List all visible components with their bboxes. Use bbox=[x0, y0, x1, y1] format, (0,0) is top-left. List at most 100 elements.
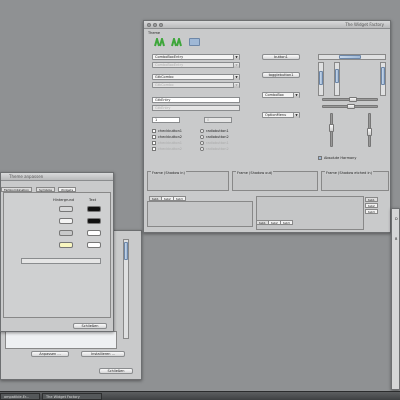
spin-button[interactable]: 1 bbox=[152, 117, 180, 123]
button1[interactable]: button1 bbox=[262, 54, 300, 60]
customize-button[interactable]: Anpassen ... bbox=[31, 351, 69, 357]
radiobutton-2-label: radiobutton2 bbox=[206, 135, 229, 139]
scrollbar-thumb[interactable] bbox=[381, 67, 385, 85]
gtk-combo-disabled-text: GtkCombo bbox=[155, 83, 174, 87]
scrollbar-thumb[interactable] bbox=[339, 55, 361, 59]
checkbox-icon[interactable] bbox=[152, 135, 156, 139]
radiobutton-1[interactable]: radiobutton1 bbox=[200, 129, 229, 133]
checkbutton-1-disabled-label: checkbutton1 bbox=[158, 141, 183, 145]
horizontal-scrollbar-1[interactable] bbox=[318, 54, 386, 60]
checkbutton-1[interactable]: checkbutton1 bbox=[152, 129, 182, 133]
toolbar-pressed-icon[interactable] bbox=[189, 38, 200, 46]
gtk-entry-disabled: GtkEntry bbox=[152, 105, 240, 111]
theme-dialog-titlebar[interactable]: Theme anpassen bbox=[1, 173, 113, 181]
minimize-window-button[interactable] bbox=[153, 23, 157, 27]
taskbar-item-1[interactable]: ompatible.Er... bbox=[0, 393, 40, 400]
maximize-window-button[interactable] bbox=[159, 23, 163, 27]
notebook-c-tab2-label: tab2 bbox=[368, 204, 375, 208]
toolbar-green-icon-2[interactable] bbox=[171, 38, 183, 47]
chevron-down-icon[interactable]: ▼ bbox=[293, 93, 299, 98]
vertical-scrollbar-3[interactable] bbox=[380, 62, 386, 96]
taskbar-item-2[interactable]: The Widget Factory bbox=[42, 393, 102, 400]
combobox-entry[interactable]: ComboBoxEntry ▼ bbox=[152, 54, 240, 60]
scrollbar-thumb[interactable] bbox=[124, 242, 128, 260]
checkbutton-2-label: checkbutton2 bbox=[158, 135, 183, 139]
slider-knob[interactable] bbox=[347, 104, 355, 109]
chevron-down-icon[interactable]: ▼ bbox=[233, 75, 239, 80]
notebook-b-tab2-label: tab2 bbox=[271, 221, 278, 225]
notebook-c-tab1[interactable]: tab1 bbox=[365, 197, 378, 202]
checkbox-icon[interactable] bbox=[152, 129, 156, 133]
appearance-scrollbar[interactable] bbox=[123, 239, 129, 339]
notebook-c-tab3[interactable]: tab3 bbox=[365, 209, 378, 214]
frame-shadow-in-label: Frame (Shadow in) bbox=[151, 171, 186, 175]
notebook-b-tab3[interactable]: tab3 bbox=[280, 220, 293, 225]
background-color-swatch-3[interactable] bbox=[59, 230, 73, 236]
frame-shadow-etched-in: Frame (Shadow etched in) bbox=[321, 171, 389, 191]
vertical-scrollbar-1[interactable] bbox=[318, 62, 324, 96]
horizontal-slider-1[interactable] bbox=[322, 97, 378, 102]
togglebutton1-label: togglebutton1 bbox=[268, 73, 294, 77]
notebook-c-tab1-label: tab1 bbox=[368, 198, 375, 202]
vertical-scrollbar-2[interactable] bbox=[334, 62, 340, 96]
gtk-entry[interactable]: GtkEntry bbox=[152, 97, 240, 103]
checkbutton-2[interactable]: checkbutton2 bbox=[152, 135, 182, 139]
text-color-swatch-2[interactable] bbox=[87, 218, 101, 224]
chevron-down-icon[interactable]: ▼ bbox=[293, 113, 299, 118]
text-color-swatch-1[interactable] bbox=[87, 206, 101, 212]
spin-button-disabled-value: 0 bbox=[207, 118, 210, 122]
widget-factory-titlebar[interactable]: The Widget Factory bbox=[144, 21, 390, 29]
slider-knob[interactable] bbox=[367, 128, 372, 136]
gtk-combo-text: GtkCombo bbox=[155, 75, 174, 79]
text-column-header: Text bbox=[89, 198, 97, 202]
install-button-label: Installieren ... bbox=[91, 352, 115, 356]
customize-button-label: Anpassen ... bbox=[39, 352, 61, 356]
checkbox-icon bbox=[152, 147, 156, 151]
close-window-button[interactable] bbox=[147, 23, 151, 27]
widget-factory-window: The Widget Factory Theme ComboBoxEntry ▼… bbox=[143, 20, 391, 233]
radio-icon[interactable] bbox=[200, 129, 204, 133]
notebook-b-tab2[interactable]: tab2 bbox=[268, 220, 281, 225]
scrollbar-thumb[interactable] bbox=[319, 71, 323, 85]
vertical-slider-1[interactable] bbox=[329, 113, 334, 147]
slider-knob[interactable] bbox=[329, 124, 334, 132]
gtk-combo-disabled: GtkCombo ▼ bbox=[152, 82, 240, 88]
combobox-entry-disabled: ComboBoxEntry ▼ bbox=[152, 62, 240, 68]
theme-dialog-disabled-field bbox=[21, 258, 101, 264]
slider-knob[interactable] bbox=[349, 97, 357, 102]
chevron-down-icon[interactable]: ▼ bbox=[233, 55, 239, 60]
radio-icon bbox=[200, 141, 204, 145]
radio-icon bbox=[200, 147, 204, 151]
checkbox-icon[interactable] bbox=[318, 156, 322, 160]
checkbox-icon bbox=[152, 141, 156, 145]
background-color-swatch-4[interactable] bbox=[59, 242, 73, 248]
text-color-swatch-4[interactable] bbox=[87, 242, 101, 248]
notebook-b-tab1-label: tab1 bbox=[259, 221, 266, 225]
chevron-down-icon: ▼ bbox=[233, 63, 239, 68]
notebook-c-tab2[interactable]: tab2 bbox=[365, 203, 378, 208]
notebook-b-tab3-label: tab3 bbox=[283, 221, 290, 225]
scrollbar-thumb[interactable] bbox=[335, 69, 339, 83]
notebook-c-tab3-label: tab3 bbox=[368, 210, 375, 214]
background-color-swatch-1[interactable] bbox=[59, 206, 73, 212]
horizontal-slider-2[interactable] bbox=[322, 104, 378, 109]
vertical-slider-2[interactable] bbox=[367, 113, 372, 147]
theme-dialog-close-button[interactable]: Schließen bbox=[73, 323, 107, 329]
optionmenu-button[interactable]: OptionMenu ▼ bbox=[262, 112, 300, 118]
background-color-swatch-2[interactable] bbox=[59, 218, 73, 224]
radio-icon[interactable] bbox=[200, 135, 204, 139]
combobox-button[interactable]: ComboBox ▼ bbox=[262, 92, 300, 98]
taskbar-item-2-label: The Widget Factory bbox=[46, 395, 80, 399]
toolbar-green-icon-1[interactable] bbox=[154, 38, 166, 47]
install-button[interactable]: Installieren ... bbox=[81, 351, 125, 357]
text-color-swatch-3[interactable] bbox=[87, 230, 101, 236]
radiobutton-2[interactable]: radiobutton2 bbox=[200, 135, 229, 139]
togglebutton1[interactable]: togglebutton1 bbox=[262, 72, 300, 78]
absolute-harmony-checkbox[interactable]: Absolute Harmony bbox=[318, 156, 356, 160]
back-close-button[interactable]: Schließen bbox=[99, 368, 133, 374]
radiobutton-2-disabled-label: radiobutton2 bbox=[206, 147, 229, 151]
notebook-a-page bbox=[147, 201, 253, 227]
gtk-combo[interactable]: GtkCombo ▼ bbox=[152, 74, 240, 80]
notebook-b-tab1[interactable]: tab1 bbox=[256, 220, 269, 225]
frame-shadow-etched-in-label: Frame (Shadow etched in) bbox=[325, 171, 374, 175]
